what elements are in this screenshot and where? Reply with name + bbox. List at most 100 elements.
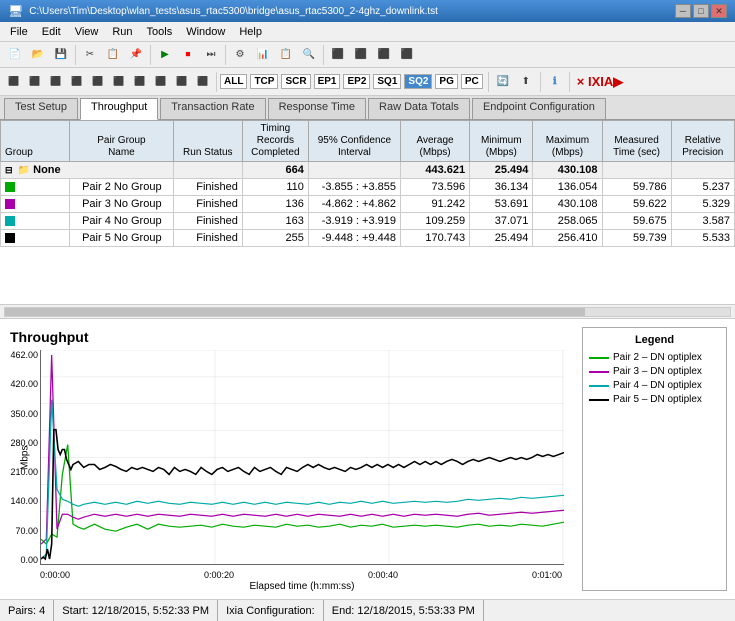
tb2-btn1[interactable]: ⬛ <box>4 72 24 92</box>
row1-status: Finished <box>173 179 242 196</box>
row3-pair: Pair 4 No Group <box>70 213 174 230</box>
play-button[interactable]: ▶ <box>154 44 176 66</box>
menu-window[interactable]: Window <box>180 25 231 39</box>
y-val-2: 420.00 <box>8 379 38 389</box>
tb2-btn8[interactable]: ⬛ <box>151 72 171 92</box>
row4-precision: 5.533 <box>671 230 734 247</box>
settings-button[interactable]: ⚙ <box>229 44 251 66</box>
new-button[interactable]: 📄 <box>4 44 26 66</box>
minimize-button[interactable]: ─ <box>675 4 691 18</box>
tb2-btn3[interactable]: ⬛ <box>46 72 66 92</box>
row1-pair: Pair 2 No Group <box>70 179 174 196</box>
row2-confidence: -4.862 : +4.862 <box>308 196 400 213</box>
row3-min: 37.071 <box>470 213 533 230</box>
copy-button[interactable]: 📋 <box>102 44 124 66</box>
row1-group <box>1 179 70 196</box>
status-pairs: Pairs: 4 <box>0 600 54 621</box>
row2-min: 53.691 <box>470 196 533 213</box>
tb2-btn6[interactable]: ⬛ <box>109 72 129 92</box>
label-pc[interactable]: PC <box>461 74 483 89</box>
tab-test-setup[interactable]: Test Setup <box>4 98 78 119</box>
col-header-time: MeasuredTime (sec) <box>602 121 671 162</box>
stop-button[interactable]: ⏹ <box>177 44 199 66</box>
y-val-7: 70.00 <box>8 526 38 536</box>
expand-icon[interactable]: ⊟ <box>5 165 13 175</box>
export-button[interactable]: ⬆ <box>515 71 537 93</box>
table-row: Pair 2 No Group Finished 110 -3.855 : +3… <box>1 179 735 196</box>
summary-records: 664 <box>242 162 308 179</box>
filter-button[interactable]: 🔍 <box>298 44 320 66</box>
col-header-timing: TimingRecordsCompleted <box>242 121 308 162</box>
menu-help[interactable]: Help <box>233 25 268 39</box>
row1-max: 136.054 <box>533 179 602 196</box>
label-scr[interactable]: SCR <box>281 74 310 89</box>
info-button[interactable]: ℹ <box>544 71 566 93</box>
label-ep2[interactable]: EP2 <box>343 74 370 89</box>
title-text: C:\Users\Tim\Desktop\wlan_tests\asus_rta… <box>29 6 438 17</box>
summary-row: ⊟ 📁 None 664 443.621 25.494 430.108 <box>1 162 735 179</box>
chart-legend: Legend Pair 2 – DN optiplex Pair 3 – DN … <box>582 327 727 591</box>
legend-line-1 <box>589 357 609 359</box>
tb2-btn2[interactable]: ⬛ <box>25 72 45 92</box>
row2-records: 136 <box>242 196 308 213</box>
row3-records: 163 <box>242 213 308 230</box>
legend-label-2: Pair 3 – DN optiplex <box>613 366 702 377</box>
y-val-5: 210.00 <box>8 467 38 477</box>
label-pg[interactable]: PG <box>435 74 457 89</box>
btn-extra2[interactable]: ⬛ <box>350 44 372 66</box>
refresh-button[interactable]: 🔄 <box>492 71 514 93</box>
paste-button[interactable]: 📌 <box>125 44 147 66</box>
close-button[interactable]: ✕ <box>711 4 727 18</box>
cut-button[interactable]: ✂ <box>79 44 101 66</box>
tb2-btn5[interactable]: ⬛ <box>88 72 108 92</box>
summary-label: ⊟ 📁 None <box>1 162 174 179</box>
data-table-area: Group Pair GroupName Run Status TimingRe… <box>0 120 735 305</box>
tabs: Test Setup Throughput Transaction Rate R… <box>0 96 735 120</box>
x-label-20: 0:00:20 <box>204 570 234 580</box>
chart-button[interactable]: 📊 <box>252 44 274 66</box>
tb2-btn9[interactable]: ⬛ <box>172 72 192 92</box>
menu-file[interactable]: File <box>4 25 34 39</box>
legend-title: Legend <box>589 334 720 346</box>
maximize-button[interactable]: □ <box>693 4 709 18</box>
row4-status: Finished <box>173 230 242 247</box>
tab-endpoint-config[interactable]: Endpoint Configuration <box>472 98 606 119</box>
tab-throughput[interactable]: Throughput <box>80 98 158 120</box>
row3-confidence: -3.919 : +3.919 <box>308 213 400 230</box>
y-val-4: 280.00 <box>8 438 38 448</box>
col-header-minimum: Minimum(Mbps) <box>470 121 533 162</box>
tb2-btn4[interactable]: ⬛ <box>67 72 87 92</box>
btn-extra4[interactable]: ⬛ <box>396 44 418 66</box>
row2-time: 59.622 <box>602 196 671 213</box>
toolbar-1: 📄 📂 💾 ✂ 📋 📌 ▶ ⏹ ⏭ ⚙ 📊 📋 🔍 ⬛ ⬛ ⬛ ⬛ <box>0 42 735 68</box>
step-button[interactable]: ⏭ <box>200 44 222 66</box>
tab-response-time[interactable]: Response Time <box>268 98 366 119</box>
row4-time: 59.739 <box>602 230 671 247</box>
tb2-btn7[interactable]: ⬛ <box>130 72 150 92</box>
btn-extra1[interactable]: ⬛ <box>327 44 349 66</box>
row1-average: 73.596 <box>401 179 470 196</box>
row1-records: 110 <box>242 179 308 196</box>
label-ep1[interactable]: EP1 <box>314 74 341 89</box>
menu-view[interactable]: View <box>69 25 105 39</box>
chart-svg <box>40 350 564 565</box>
tb2-btn10[interactable]: ⬛ <box>193 72 213 92</box>
label-sq2[interactable]: SQ2 <box>404 74 432 89</box>
label-sq1[interactable]: SQ1 <box>373 74 401 89</box>
menu-edit[interactable]: Edit <box>36 25 67 39</box>
col-header-precision: RelativePrecision <box>671 121 734 162</box>
open-button[interactable]: 📂 <box>27 44 49 66</box>
legend-label-4: Pair 5 – DN optiplex <box>613 394 702 405</box>
label-all[interactable]: ALL <box>220 74 247 89</box>
status-start: Start: 12/18/2015, 5:52:33 PM <box>54 600 218 621</box>
table-button[interactable]: 📋 <box>275 44 297 66</box>
menu-bar: File Edit View Run Tools Window Help <box>0 22 735 42</box>
label-tcp[interactable]: TCP <box>250 74 278 89</box>
btn-extra3[interactable]: ⬛ <box>373 44 395 66</box>
menu-tools[interactable]: Tools <box>141 25 179 39</box>
col-header-run-status: Run Status <box>173 121 242 162</box>
save-button[interactable]: 💾 <box>50 44 72 66</box>
tab-raw-data[interactable]: Raw Data Totals <box>368 98 470 119</box>
menu-run[interactable]: Run <box>106 25 138 39</box>
tab-transaction-rate[interactable]: Transaction Rate <box>160 98 265 119</box>
